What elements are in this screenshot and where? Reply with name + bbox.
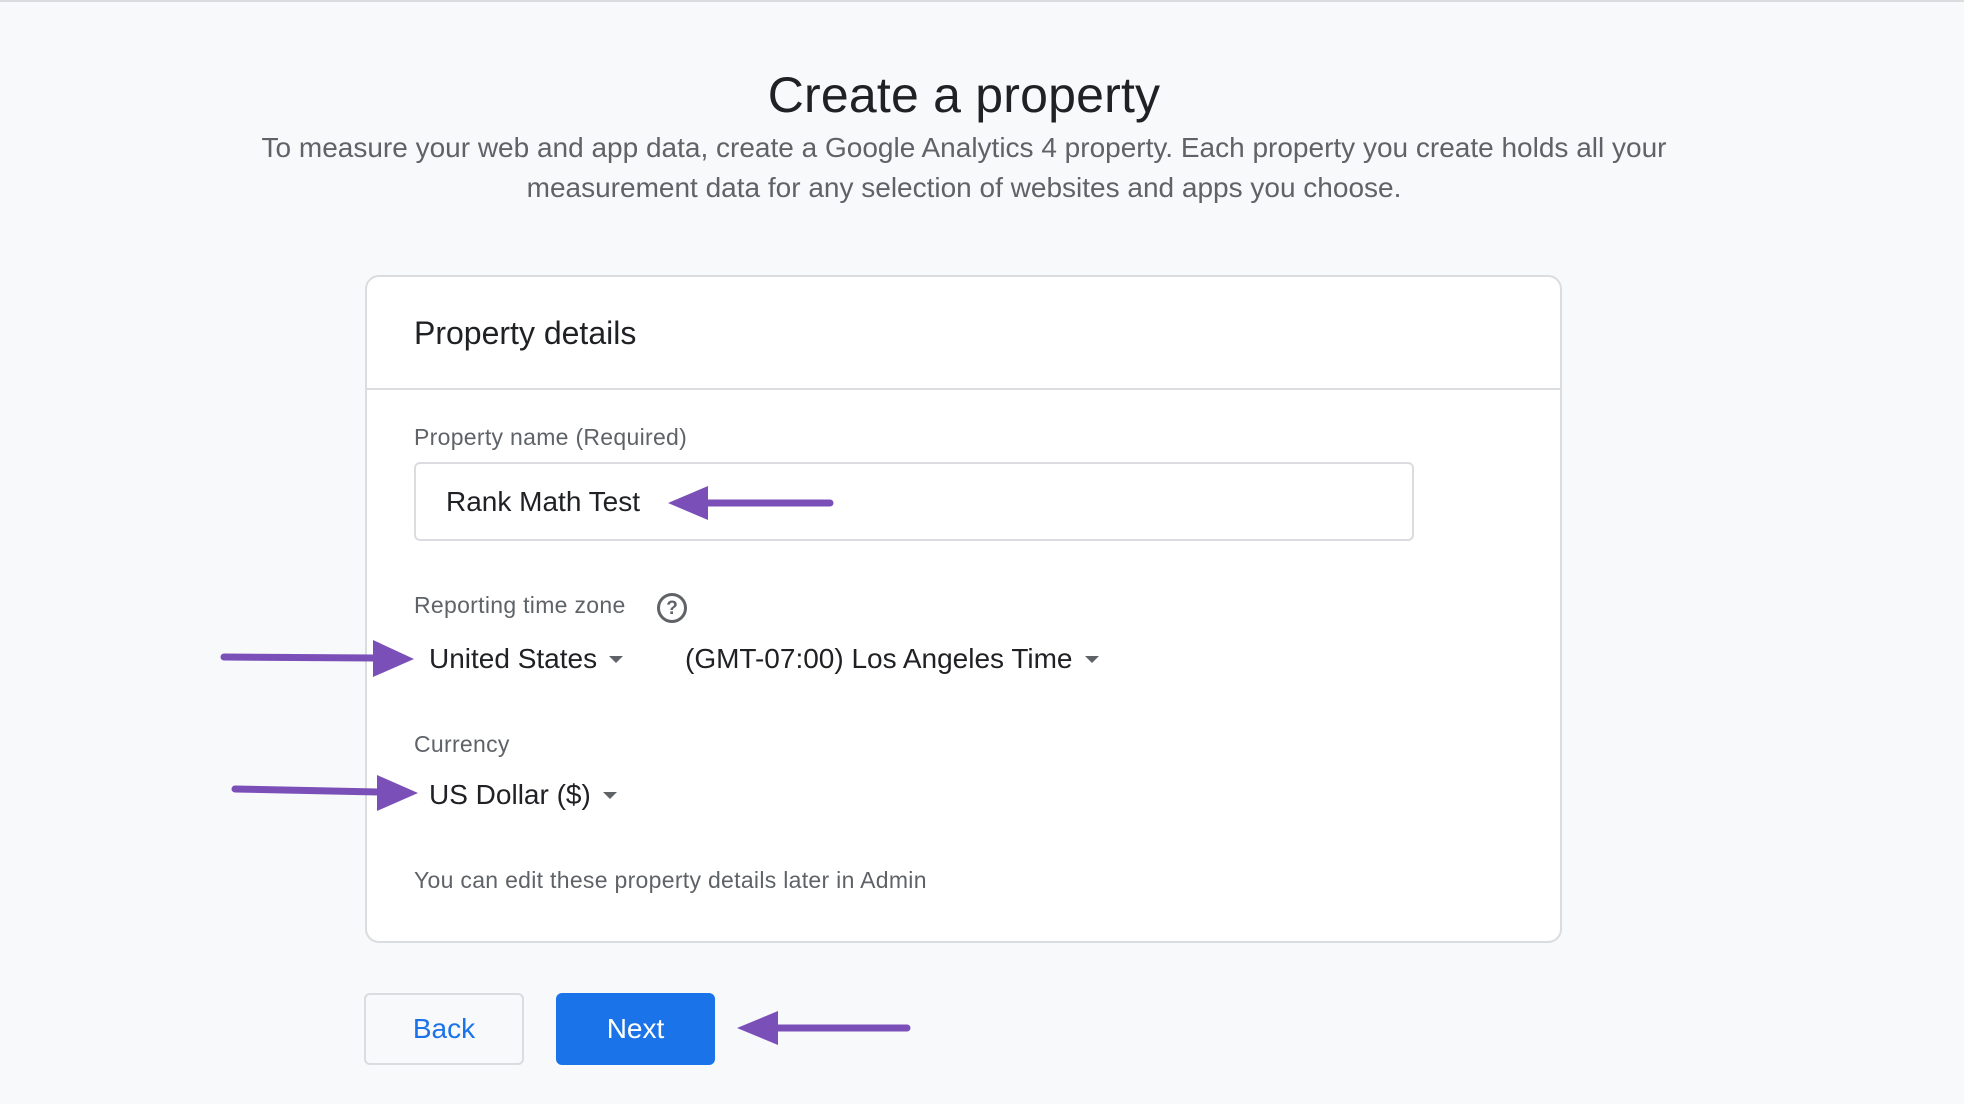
back-button[interactable]: Back	[364, 993, 524, 1065]
top-divider	[0, 0, 1964, 2]
property-details-card: Property details Property name (Required…	[365, 275, 1562, 943]
currency-value: US Dollar ($)	[429, 779, 591, 810]
property-name-value: Rank Math Test	[446, 485, 641, 517]
page-intro: To measure your web and app data, create…	[261, 132, 1667, 203]
country-value: United States	[429, 643, 598, 674]
help-icon-glyph: ?	[666, 597, 678, 619]
arrow-icon	[737, 1011, 911, 1045]
chevron-down-icon	[609, 655, 624, 663]
property-name-label: Property name (Required)	[414, 424, 688, 450]
property-name-input[interactable]: Rank Math Test	[414, 462, 1414, 541]
card-title: Property details	[414, 315, 637, 351]
help-icon[interactable]: ?	[657, 593, 687, 623]
chevron-down-icon	[602, 791, 617, 799]
time-zone-label: Reporting time zone	[414, 592, 626, 618]
time-zone-value: (GMT-07:00) Los Angeles Time	[685, 643, 1073, 674]
edit-later-note: You can edit these property details late…	[414, 867, 927, 893]
time-zone-dropdown[interactable]: (GMT-07:00) Los Angeles Time	[685, 643, 1099, 675]
card-header: Property details	[367, 277, 1560, 390]
currency-dropdown[interactable]: US Dollar ($)	[429, 779, 617, 811]
country-dropdown[interactable]: United States	[429, 643, 624, 675]
next-button[interactable]: Next	[556, 993, 715, 1065]
page-title: Create a property	[767, 66, 1161, 123]
currency-label: Currency	[414, 731, 510, 757]
chevron-down-icon	[1084, 655, 1099, 663]
